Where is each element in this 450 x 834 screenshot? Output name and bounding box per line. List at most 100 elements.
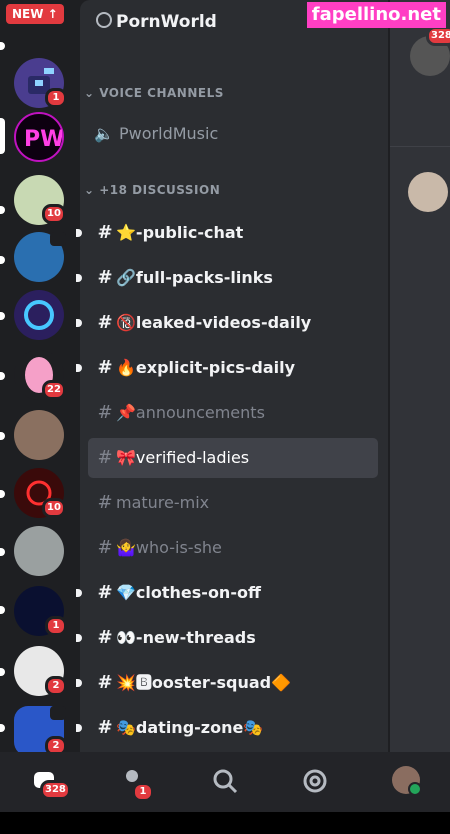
- server-rail: NEW ↑ 1 PW 10 22 10 1 2 2: [0, 0, 80, 756]
- screen-share-icon: [50, 706, 66, 720]
- server-name: PornWorld: [116, 12, 217, 32]
- channel-item[interactable]: # 🎀verified-ladies: [88, 438, 378, 478]
- hashtag-icon: #: [97, 357, 113, 378]
- server-icon-yoshi[interactable]: 22: [14, 350, 66, 400]
- pw-logo-icon: PW: [14, 112, 64, 162]
- channel-label: 🔗full-packs-links: [116, 268, 273, 287]
- mention-icon: [303, 769, 327, 793]
- server-icon-pornworld[interactable]: PW: [14, 112, 64, 162]
- channel-item[interactable]: # 🔞leaked-videos-daily: [76, 303, 378, 343]
- unread-pill: [0, 256, 5, 264]
- channel-label: 🤷‍♀️who-is-she: [116, 538, 222, 557]
- unread-pill: [0, 312, 5, 320]
- server-icon-swirl[interactable]: [14, 232, 66, 282]
- server-badge: 10: [42, 498, 66, 518]
- channel-label: 📌announcements: [116, 403, 265, 422]
- hashtag-icon: #: [97, 492, 113, 513]
- unread-pill: [0, 42, 5, 50]
- new-button-label: NEW: [12, 7, 44, 21]
- channel-item[interactable]: # 👀-new-threads: [76, 618, 378, 658]
- profile-avatar: [392, 766, 422, 796]
- server-icon-game-chill[interactable]: 1: [14, 586, 67, 636]
- hashtag-icon: #: [97, 672, 113, 693]
- unread-indicator: [76, 229, 82, 237]
- channel-list: PornWorld ⌄ VOICE CHANNELS 🔈 PworldMusic…: [76, 0, 388, 752]
- unread-indicator: [76, 634, 82, 642]
- unread-pill: [0, 724, 5, 732]
- channel-label: 💥🅱ooster-squad🔶: [116, 673, 292, 692]
- category-discussion[interactable]: ⌄ +18 DISCUSSION: [84, 183, 220, 197]
- server-icon-smash[interactable]: 10: [14, 468, 66, 518]
- server-icon-mandala[interactable]: 2: [14, 646, 67, 696]
- channel-label: 🔞leaked-videos-daily: [116, 313, 312, 332]
- hashtag-icon: #: [97, 312, 113, 333]
- online-status-icon: [408, 782, 422, 796]
- sketch-image-icon: [14, 526, 64, 576]
- active-server-pill: [0, 118, 5, 154]
- unread-indicator: [76, 589, 82, 597]
- hashtag-icon: #: [97, 627, 113, 648]
- chat-area: 328: [390, 0, 450, 752]
- server-badge: 2: [45, 676, 67, 696]
- hashtag-icon: #: [97, 267, 113, 288]
- watermark: fapellino.net: [306, 2, 446, 28]
- friends-badge: 1: [132, 782, 154, 802]
- category-label: VOICE CHANNELS: [99, 86, 224, 100]
- channel-item[interactable]: # 🔥explicit-pics-daily: [76, 348, 378, 388]
- channel-item[interactable]: # 💎clothes-on-off: [76, 573, 378, 613]
- message-avatar[interactable]: [408, 172, 448, 212]
- search-icon: [213, 769, 238, 794]
- home-badge: 328: [40, 780, 71, 800]
- unread-pill: [0, 372, 5, 380]
- search-tab[interactable]: [210, 766, 240, 796]
- server-header[interactable]: PornWorld: [96, 12, 217, 32]
- home-tab[interactable]: 328: [30, 766, 71, 800]
- hashtag-icon: #: [97, 222, 113, 243]
- channel-label: ⭐-public-chat: [116, 223, 244, 242]
- divider: [390, 146, 450, 147]
- channel-item[interactable]: # mature-mix: [88, 483, 378, 523]
- screen-share-icon: [50, 232, 66, 246]
- unread-pill: [0, 606, 5, 614]
- speaker-icon: 🔈: [94, 124, 114, 143]
- server-badge: 10: [42, 204, 66, 224]
- channel-item[interactable]: # 📌announcements: [88, 393, 378, 433]
- server-icon-live[interactable]: 2: [14, 706, 67, 756]
- unread-indicator: [76, 679, 82, 687]
- hashtag-icon: #: [97, 402, 113, 423]
- friends-tab[interactable]: 1: [120, 766, 154, 802]
- unread-indicator: [76, 274, 82, 282]
- system-navigation-bar: [0, 812, 450, 834]
- hashtag-icon: #: [97, 717, 113, 738]
- bottom-navigation: 328 1: [0, 752, 450, 812]
- voice-channel-pworldmusic[interactable]: 🔈 PworldMusic: [94, 124, 218, 143]
- channel-label: mature-mix: [116, 493, 210, 512]
- server-icon-robot[interactable]: 1: [14, 58, 67, 108]
- server-icon-map[interactable]: 10: [14, 175, 66, 225]
- unread-indicator: [76, 364, 82, 372]
- category-label: +18 DISCUSSION: [99, 183, 221, 197]
- server-badge: 22: [42, 380, 66, 400]
- channel-item[interactable]: # 🤷‍♀️who-is-she: [88, 528, 378, 568]
- mentions-tab[interactable]: [300, 766, 330, 796]
- channel-label: 🎭dating-zone🎭: [116, 718, 264, 737]
- member-count-badge: 328: [426, 26, 450, 46]
- channel-label: 👀-new-threads: [116, 628, 256, 647]
- hashtag-icon: #: [97, 582, 113, 603]
- unread-indicator: [76, 319, 82, 327]
- server-badge: 1: [45, 88, 67, 108]
- server-icon-q[interactable]: [14, 290, 64, 340]
- channel-label: 🎀verified-ladies: [116, 448, 250, 467]
- channel-item[interactable]: # ⭐-public-chat: [76, 213, 378, 253]
- channel-item[interactable]: # 💥🅱ooster-squad🔶: [76, 663, 378, 703]
- server-icon-anime[interactable]: [14, 410, 64, 460]
- profile-tab[interactable]: [392, 766, 422, 796]
- category-voice[interactable]: ⌄ VOICE CHANNELS: [84, 86, 224, 100]
- new-unreads-button[interactable]: NEW ↑: [6, 4, 64, 24]
- channel-item[interactable]: # 🎭dating-zone🎭: [76, 708, 378, 748]
- voice-channel-label: PworldMusic: [119, 124, 219, 143]
- hashtag-icon: #: [97, 537, 113, 558]
- svg-text:PW: PW: [24, 127, 62, 152]
- server-icon-sketch[interactable]: [14, 526, 64, 576]
- channel-item[interactable]: # 🔗full-packs-links: [76, 258, 378, 298]
